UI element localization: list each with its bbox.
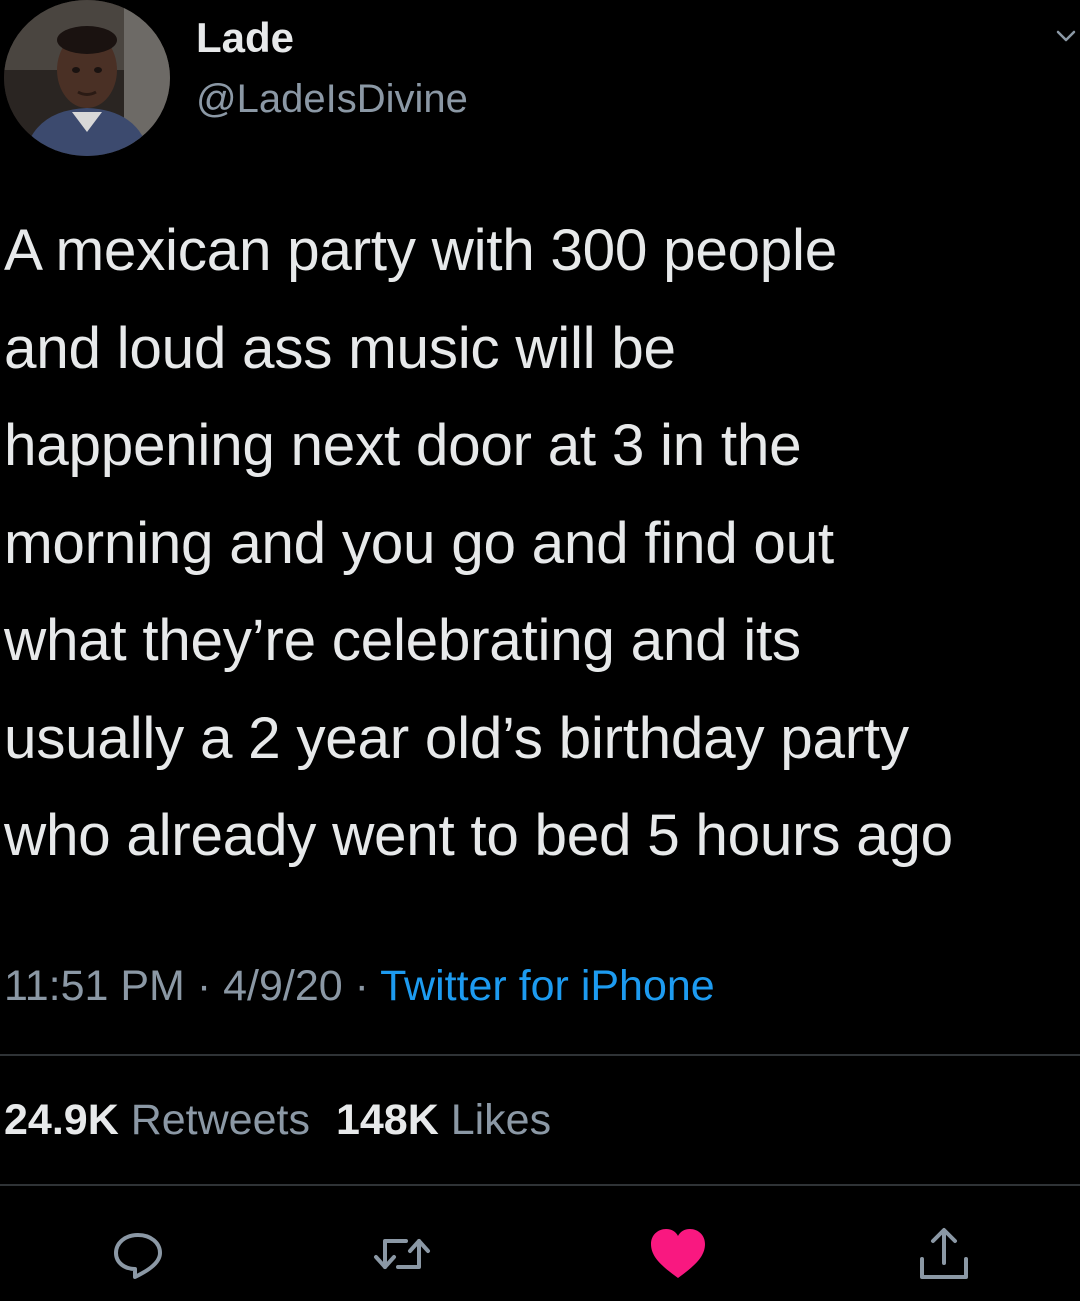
meta-separator: · [196,962,212,1010]
tweet-text: A mexican party with 300 people and loud… [4,218,953,868]
likes-label: Likes [450,1096,552,1144]
retweets-stat[interactable]: 24.9K Retweets [4,1096,310,1144]
likes-stat[interactable]: 148K Likes [336,1096,551,1144]
like-button[interactable] [646,1222,710,1286]
heart-icon [651,1229,705,1278]
divider [0,1054,1080,1056]
reply-button[interactable] [106,1222,170,1286]
tweet-time[interactable]: 11:51 PM [4,962,185,1010]
share-button[interactable] [912,1222,976,1286]
reply-icon [114,1233,162,1279]
avatar[interactable] [4,0,170,156]
display-name[interactable]: Lade [196,12,294,64]
avatar-photo [4,0,170,156]
tweet-stats: 24.9K Retweets 148K Likes [4,1092,551,1148]
divider [0,1184,1080,1186]
meta-separator: · [354,962,369,1010]
tweet-date[interactable]: 4/9/20 [223,962,343,1010]
likes-count: 148K [335,1096,439,1144]
user-handle[interactable]: @LadeIsDivine [196,74,468,124]
retweet-button[interactable] [370,1222,434,1286]
tweet: Lade @LadeIsDivine A mexican party with … [0,0,1080,1301]
tweet-meta: 11:51 PM · 4/9/20 · Twitter for iPhone [4,958,715,1014]
retweet-icon [374,1239,430,1269]
tweet-source-link[interactable]: Twitter for iPhone [380,962,715,1010]
retweets-label: Retweets [130,1096,310,1144]
retweets-count: 24.9K [4,1096,119,1144]
chevron-down-icon[interactable] [1052,22,1080,50]
share-icon [920,1228,968,1279]
